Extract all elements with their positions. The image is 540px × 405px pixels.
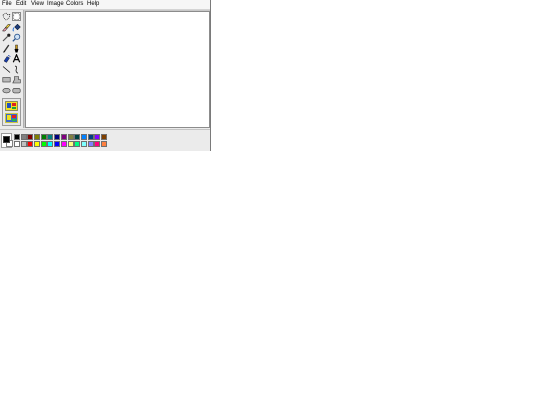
- fill-tool[interactable]: [12, 23, 21, 32]
- free-form-select-icon: [2, 12, 11, 21]
- polygon-tool[interactable]: [12, 75, 21, 84]
- color-swatch[interactable]: [80, 134, 87, 140]
- color-swatch[interactable]: [87, 134, 94, 140]
- canvas-area: [24, 10, 210, 128]
- color-swatch[interactable]: [47, 134, 54, 140]
- curve-icon: [14, 65, 19, 74]
- color-swatch[interactable]: [94, 134, 101, 140]
- rounded-rectangle-tool[interactable]: [12, 86, 21, 95]
- color-swatch[interactable]: [54, 141, 61, 147]
- select-icon: [13, 13, 20, 20]
- opaque-selection-option[interactable]: [5, 101, 18, 111]
- curve-tool[interactable]: [12, 65, 21, 74]
- color-swatch[interactable]: [14, 134, 20, 140]
- ellipse-tool[interactable]: [2, 86, 11, 95]
- text-icon: [12, 54, 21, 63]
- toolbox: [0, 10, 24, 128]
- color-swatch[interactable]: [27, 134, 34, 140]
- color-box: [0, 129, 210, 151]
- color-swatch[interactable]: [100, 141, 107, 147]
- color-swatch[interactable]: [14, 141, 20, 147]
- menu-colors[interactable]: Colors: [66, 1, 83, 8]
- color-swatch[interactable]: [67, 141, 74, 147]
- color-swatch[interactable]: [40, 141, 47, 147]
- color-swatch[interactable]: [34, 134, 41, 140]
- color-swatch[interactable]: [40, 134, 47, 140]
- color-swatch[interactable]: [74, 141, 81, 147]
- color-swatch[interactable]: [87, 141, 94, 147]
- pencil-icon: [3, 44, 10, 53]
- tool-options-box: [2, 98, 21, 126]
- line-tool[interactable]: [2, 65, 11, 74]
- menu-edit[interactable]: Edit: [16, 1, 26, 8]
- pencil-tool[interactable]: [2, 44, 11, 53]
- color-swatch[interactable]: [74, 134, 81, 140]
- select-tool[interactable]: [12, 12, 21, 21]
- line-icon: [2, 65, 11, 73]
- color-swatch[interactable]: [80, 141, 87, 147]
- menu-bar: File Edit View Image Colors Help: [0, 0, 210, 10]
- color-swatch[interactable]: [60, 141, 67, 147]
- free-form-select-tool[interactable]: [2, 12, 11, 21]
- brush-tool[interactable]: [12, 44, 21, 53]
- fill-bucket-icon: [12, 23, 21, 32]
- color-swatch[interactable]: [94, 141, 101, 147]
- brush-icon: [14, 44, 19, 52]
- rectangle-icon: [2, 77, 11, 83]
- color-swatch[interactable]: [100, 134, 107, 140]
- menu-help[interactable]: Help: [87, 1, 99, 8]
- airbrush-icon: [3, 55, 11, 63]
- rounded-rectangle-icon: [12, 87, 21, 93]
- foreground-color-swatch[interactable]: [3, 136, 10, 143]
- color-swatch[interactable]: [27, 141, 34, 147]
- color-picker-icon: [2, 33, 11, 42]
- color-swatch[interactable]: [67, 134, 74, 140]
- text-tool[interactable]: [12, 54, 21, 63]
- menu-file[interactable]: File: [2, 1, 12, 8]
- opaque-selection-icon: [5, 101, 18, 111]
- polygon-icon: [12, 76, 21, 84]
- eraser-tool[interactable]: [2, 23, 11, 32]
- color-swatch[interactable]: [54, 134, 61, 140]
- drawing-canvas[interactable]: [25, 11, 210, 128]
- paint-window: File Edit View Image Colors Help: [0, 0, 211, 151]
- current-colors[interactable]: [1, 133, 13, 148]
- transparent-selection-icon: [5, 113, 18, 123]
- color-swatch[interactable]: [34, 141, 41, 147]
- eraser-icon: [2, 23, 11, 31]
- color-swatch[interactable]: [20, 134, 27, 140]
- menu-view[interactable]: View: [31, 1, 44, 8]
- transparent-selection-option[interactable]: [5, 113, 18, 123]
- rectangle-tool[interactable]: [2, 75, 11, 84]
- color-swatch[interactable]: [20, 141, 27, 147]
- magnifier-tool[interactable]: [12, 33, 21, 42]
- magnifier-icon: [12, 33, 21, 42]
- airbrush-tool[interactable]: [2, 54, 11, 63]
- color-swatch[interactable]: [47, 141, 54, 147]
- color-palette: [14, 134, 107, 147]
- color-swatch[interactable]: [60, 134, 67, 140]
- menu-image[interactable]: Image: [47, 1, 64, 8]
- ellipse-icon: [2, 87, 11, 93]
- color-picker-tool[interactable]: [2, 33, 11, 42]
